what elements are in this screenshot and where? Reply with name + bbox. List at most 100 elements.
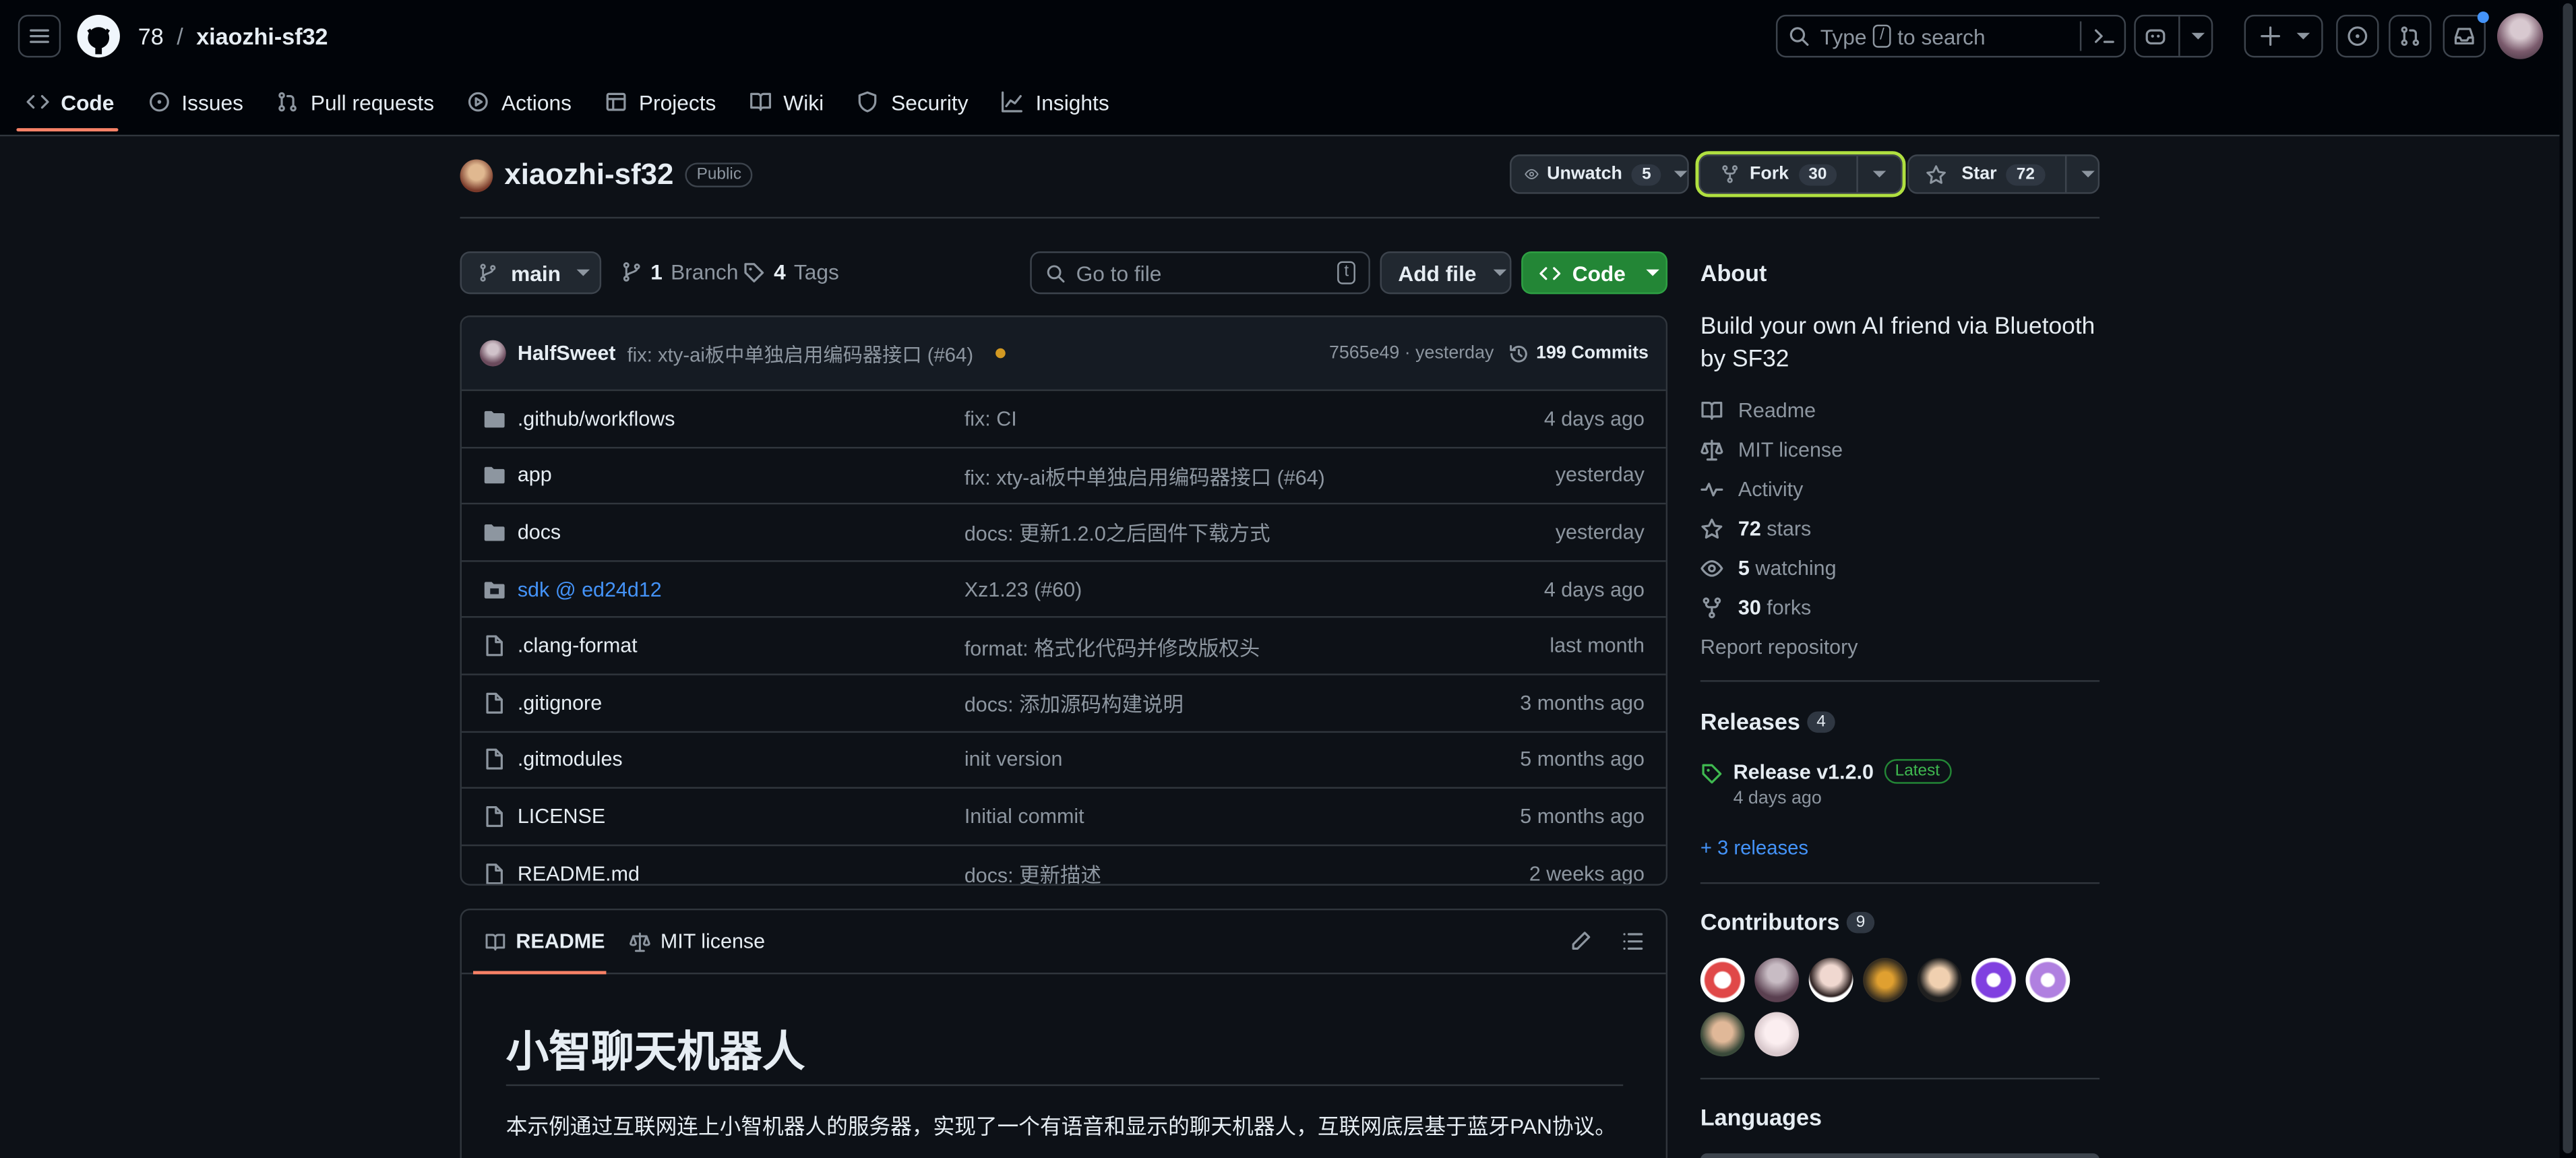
- file-age: yesterday: [1555, 520, 1645, 544]
- menu-button[interactable]: [18, 14, 61, 58]
- file-name[interactable]: sdk @ ed24d12: [518, 578, 662, 601]
- stars-count: 72: [1738, 517, 1761, 541]
- file-row[interactable]: README.md docs: 更新描述 2 weeks ago: [462, 846, 1666, 884]
- pull-requests-button[interactable]: [2389, 14, 2432, 58]
- file-name[interactable]: app: [518, 464, 552, 487]
- file-name[interactable]: .clang-format: [518, 634, 638, 657]
- file-commit-message[interactable]: fix: CI: [964, 407, 1017, 430]
- contributor-avatar[interactable]: [2025, 958, 2071, 1002]
- watching-link[interactable]: 5 watching: [1700, 549, 1858, 588]
- contributor-avatar[interactable]: [1700, 1012, 1745, 1057]
- repo-forked-icon: [1722, 165, 1738, 183]
- create-new-button[interactable]: [2244, 14, 2323, 58]
- commit-author[interactable]: HalfSweet: [518, 342, 616, 365]
- license-link[interactable]: MIT license: [1700, 431, 1858, 470]
- tab-projects[interactable]: Projects: [605, 86, 734, 119]
- report-repository-link[interactable]: Report repository: [1700, 628, 1858, 667]
- git-branch-icon: [623, 262, 640, 282]
- pencil-icon[interactable]: [1569, 930, 1592, 953]
- forks-link[interactable]: 30 forks: [1700, 588, 1858, 628]
- contributors-heading[interactable]: Contributors 9: [1700, 909, 1875, 935]
- notifications-button[interactable]: [2443, 11, 2489, 58]
- folder-icon-wrap: [483, 407, 506, 430]
- tab-pull-requests[interactable]: Pull requests: [276, 86, 452, 119]
- file-commit-message[interactable]: format: 格式化代码并修改版权头: [964, 630, 1260, 661]
- contributor-avatar[interactable]: [1808, 958, 1853, 1002]
- report-repository-label: Report repository: [1700, 636, 1858, 659]
- activity-link[interactable]: Activity: [1700, 470, 1858, 510]
- file-name[interactable]: README.md: [518, 862, 640, 884]
- scrollbar-track[interactable]: [2559, 0, 2576, 1158]
- folder-icon: [484, 467, 505, 485]
- file-row[interactable]: sdk @ ed24d12 Xz1.23 (#60) 4 days ago: [461, 561, 1666, 619]
- issues-button[interactable]: [2336, 14, 2379, 58]
- branches-link[interactable]: 1 Branch: [621, 260, 739, 284]
- file-row[interactable]: LICENSE Initial commit 5 months ago: [461, 789, 1666, 846]
- stars-link[interactable]: 72 stars: [1700, 510, 1858, 549]
- tab-wiki[interactable]: Wiki: [749, 86, 842, 119]
- tab-readme[interactable]: README: [485, 930, 605, 953]
- commit-author-avatar[interactable]: [479, 340, 506, 367]
- copilot-button[interactable]: [2134, 14, 2213, 58]
- contributor-avatar[interactable]: [1917, 958, 1962, 1002]
- add-file-button[interactable]: Add file: [1380, 251, 1512, 295]
- outline-list-icon[interactable]: [1622, 930, 1645, 953]
- tags-link[interactable]: 4 Tags: [743, 260, 839, 284]
- contributor-avatar[interactable]: [1754, 958, 1800, 1002]
- file-row[interactable]: .clang-format format: 格式化代码并修改版权头 last mon…: [461, 618, 1666, 675]
- global-search[interactable]: Type / to search: [1775, 14, 2126, 58]
- command-palette-icon[interactable]: [2093, 25, 2116, 48]
- file-row[interactable]: .github/workflows fix: CI 4 days ago: [461, 391, 1666, 448]
- file-name[interactable]: .gitmodules: [518, 748, 623, 771]
- contributor-avatar[interactable]: [1754, 1012, 1800, 1057]
- user-avatar[interactable]: [2497, 13, 2544, 59]
- watch-button[interactable]: Unwatch 5: [1510, 154, 1689, 194]
- scrollbar-thumb[interactable]: [2563, 3, 2573, 1154]
- file-row[interactable]: .gitmodules init version 5 months ago: [461, 732, 1666, 789]
- repo-name[interactable]: xiaozhi-sf32: [504, 158, 673, 192]
- contributor-avatar[interactable]: [1700, 958, 1745, 1002]
- file-commit-message[interactable]: Xz1.23 (#60): [964, 578, 1082, 601]
- more-releases-link[interactable]: + 3 releases: [1700, 836, 1808, 859]
- latest-release[interactable]: Release v1.2.0 Latest 4 days ago: [1700, 759, 1952, 808]
- file-commit-message[interactable]: docs: 更新1.2.0之后固件下载方式: [964, 517, 1270, 548]
- fork-button[interactable]: Fork 30: [1695, 151, 1906, 197]
- file-name[interactable]: .github/workflows: [518, 407, 675, 430]
- file-row[interactable]: app fix: xty-ai板中单独启用编码器接口 (#64) yesterday: [461, 448, 1666, 505]
- owner-avatar[interactable]: [460, 158, 493, 191]
- file-name[interactable]: docs: [518, 521, 561, 544]
- file-commit-message[interactable]: docs: 添加源码构建说明: [964, 688, 1184, 719]
- file-commit-message[interactable]: init version: [964, 748, 1063, 771]
- file-commit-message[interactable]: Initial commit: [964, 805, 1084, 828]
- file-commit-message[interactable]: docs: 更新描述: [964, 857, 1101, 884]
- commits-link[interactable]: 199 Commits: [1508, 342, 1649, 364]
- tab-security[interactable]: Security: [857, 86, 986, 119]
- commit-hash-time[interactable]: 7565e49 · yesterday: [1329, 343, 1494, 363]
- releases-heading[interactable]: Releases 4: [1700, 708, 1836, 735]
- branch-selector[interactable]: main: [460, 251, 602, 295]
- file-icon: [486, 805, 503, 827]
- tab-code[interactable]: Code: [26, 86, 132, 119]
- code-button[interactable]: Code: [1521, 251, 1668, 295]
- watching-count: 5: [1738, 557, 1750, 580]
- file-row[interactable]: .gitignore docs: 添加源码构建说明 3 months ago: [461, 675, 1666, 733]
- file-name[interactable]: .gitignore: [518, 692, 602, 714]
- tab-insights[interactable]: Insights: [1001, 86, 1127, 119]
- contributors-count: 9: [1846, 911, 1875, 933]
- file-name[interactable]: LICENSE: [518, 805, 605, 828]
- github-logo-icon[interactable]: [77, 14, 120, 58]
- breadcrumb-owner[interactable]: 78: [138, 23, 164, 49]
- go-to-file-input[interactable]: Go to file t: [1030, 251, 1370, 295]
- readme-link[interactable]: Readme: [1700, 391, 1858, 431]
- star-button[interactable]: Star 72: [1907, 154, 2100, 194]
- contributor-avatar[interactable]: [1863, 958, 1907, 1002]
- tab-license[interactable]: MIT license: [630, 930, 765, 953]
- file-row[interactable]: docs docs: 更新1.2.0之后固件下载方式 yesterday: [461, 505, 1666, 562]
- contributor-avatar[interactable]: [1971, 958, 2016, 1002]
- commit-message[interactable]: fix: xty-ai板中单独启用编码器接口 (#64): [627, 339, 974, 367]
- commit-status-dot[interactable]: [996, 348, 1006, 359]
- breadcrumb-repo[interactable]: xiaozhi-sf32: [196, 23, 328, 49]
- tab-actions[interactable]: Actions: [467, 86, 590, 119]
- file-commit-message[interactable]: fix: xty-ai板中单独启用编码器接口 (#64): [964, 460, 1325, 491]
- tab-issues[interactable]: Issues: [147, 86, 262, 119]
